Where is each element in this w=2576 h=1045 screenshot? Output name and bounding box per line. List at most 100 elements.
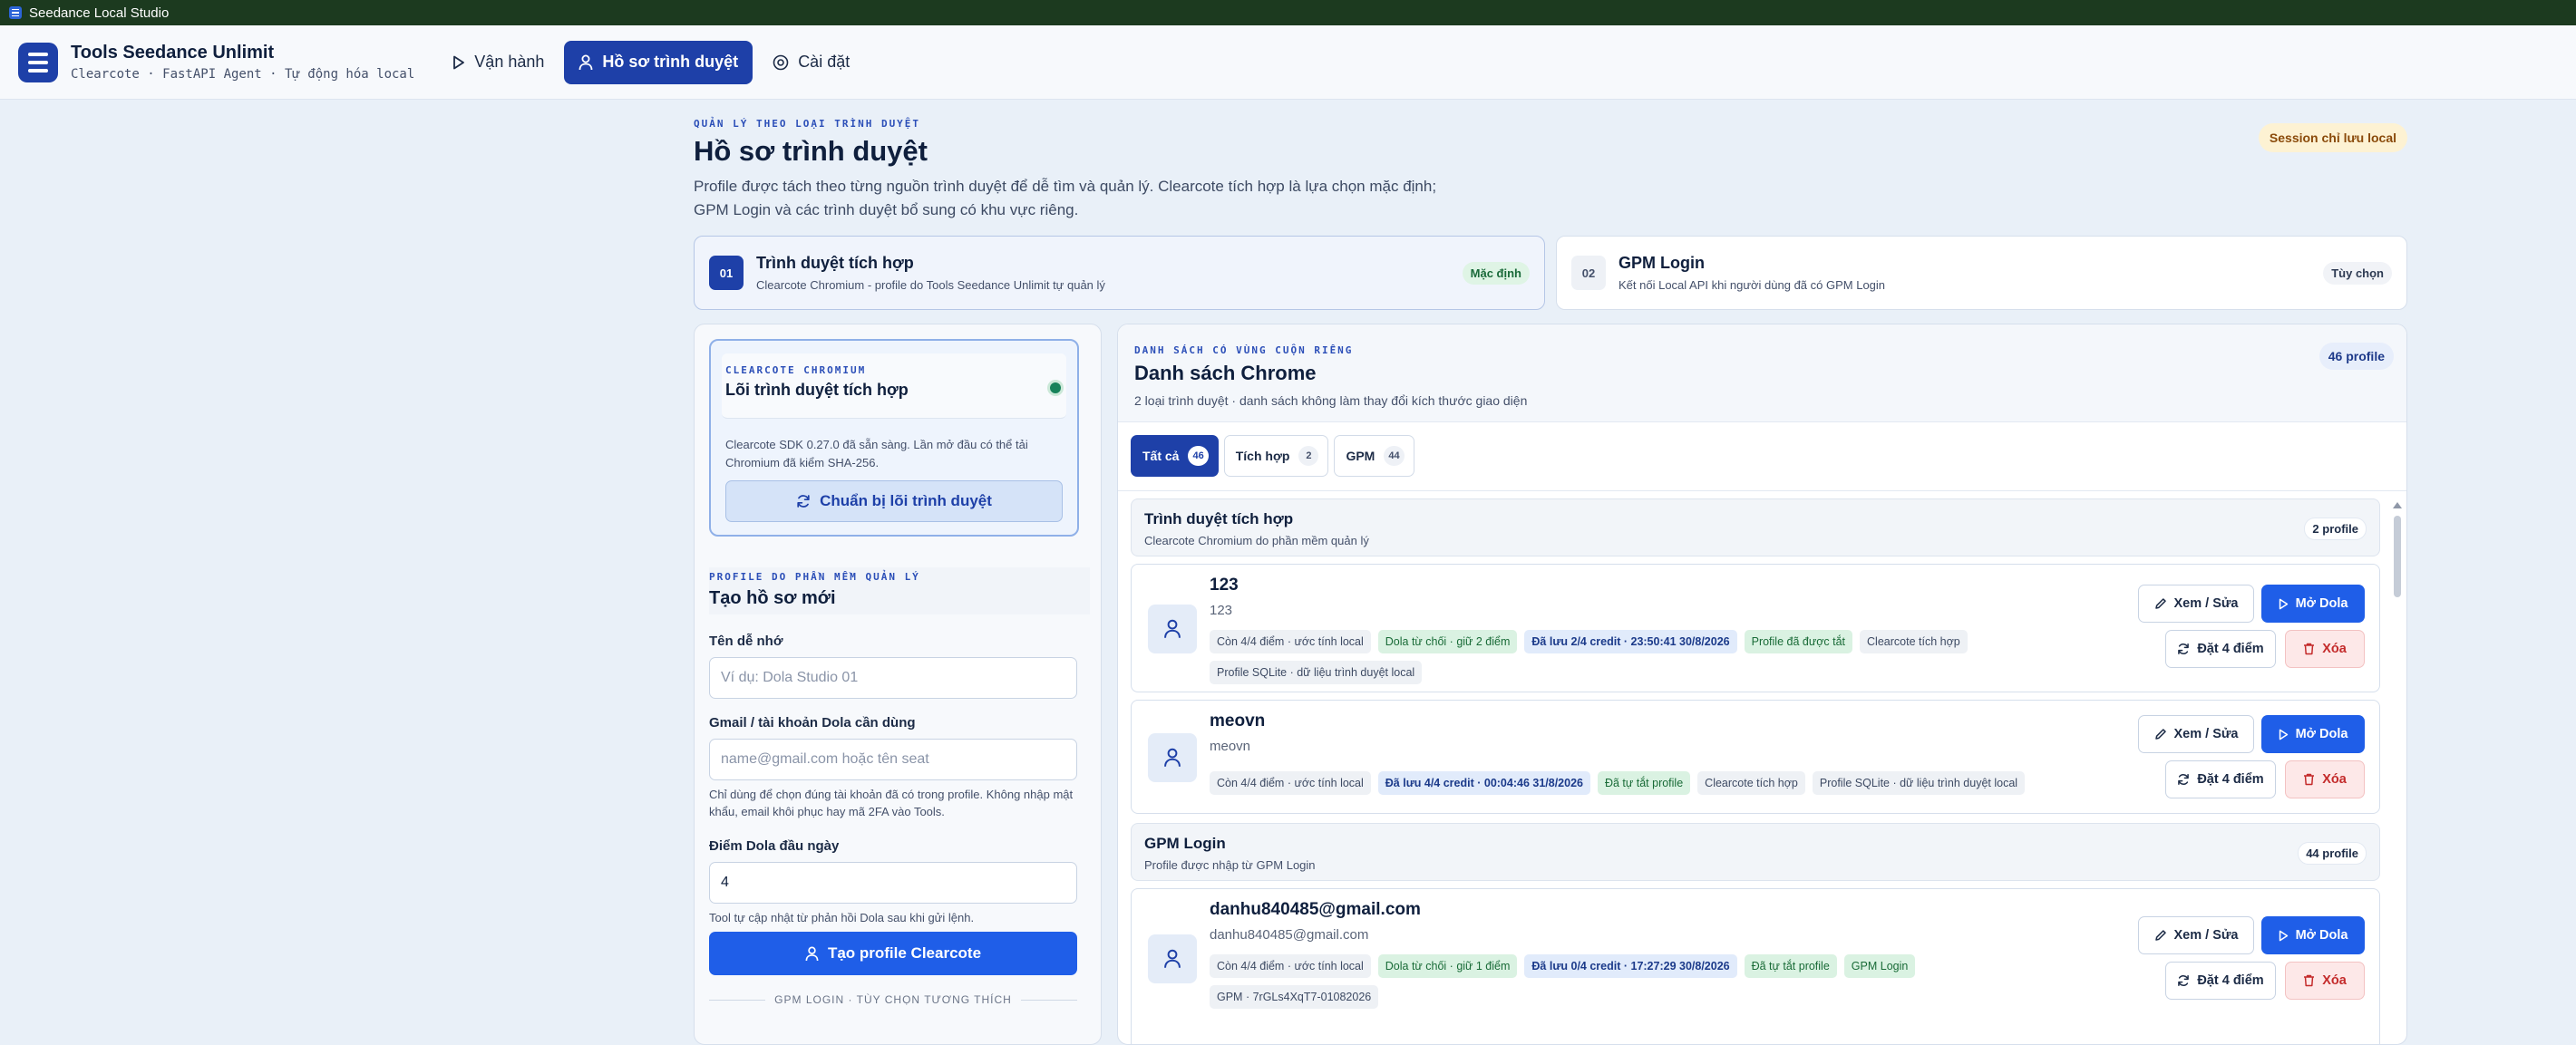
profile-count-badge: 46 profile bbox=[2318, 343, 2394, 370]
set-points-label: Đặt 4 điểm bbox=[2197, 772, 2264, 787]
points-input[interactable]: 4 bbox=[709, 862, 1077, 904]
avatar bbox=[1148, 934, 1197, 983]
gmail-input[interactable]: name@gmail.com hoặc tên seat bbox=[709, 739, 1077, 780]
create-profile-label: Tạo profile Clearcote bbox=[827, 944, 982, 962]
browser-core-card: CLEARCOTE CHROMIUM Lõi trình duyệt tích … bbox=[709, 339, 1079, 537]
filter-gpm[interactable]: GPM 44 bbox=[1334, 435, 1414, 477]
list-divider bbox=[1118, 490, 2406, 491]
name-label: Tên dễ nhớ bbox=[709, 634, 783, 649]
scrollbar-thumb[interactable] bbox=[2394, 516, 2401, 597]
filter-count: 46 bbox=[1188, 446, 1209, 466]
page-description-line: GPM Login và các trình duyệt bổ sung có … bbox=[694, 201, 1079, 218]
filter-integrated[interactable]: Tích hợp 2 bbox=[1223, 435, 1329, 477]
filter-all[interactable]: Tất cả 46 bbox=[1131, 435, 1219, 477]
play-icon bbox=[2279, 729, 2288, 740]
open-dola-label: Mở Dola bbox=[2295, 928, 2348, 943]
points-value: 4 bbox=[721, 875, 729, 890]
status-chip: Đã tự tắt profile bbox=[1597, 771, 1691, 795]
user-icon bbox=[805, 946, 819, 961]
pencil-icon bbox=[2154, 729, 2166, 740]
set-points-button[interactable]: Đặt 4 điểm bbox=[2165, 962, 2276, 1000]
group-header-integrated: Trình duyệt tích hợp Clearcote Chromium … bbox=[1131, 498, 2380, 556]
refresh-icon bbox=[2178, 643, 2190, 654]
nav-operate-label: Vận hành bbox=[474, 53, 545, 71]
name-input[interactable]: Ví dụ: Dola Studio 01 bbox=[709, 657, 1077, 699]
edit-button[interactable]: Xem / Sửa bbox=[2138, 585, 2254, 623]
gear-icon bbox=[773, 54, 789, 70]
open-dola-label: Mở Dola bbox=[2295, 596, 2348, 611]
profile-actions: Xem / Sửa Mở Dola Đặt 4 điểm Xóa bbox=[2138, 715, 2365, 806]
tab-title: GPM Login bbox=[1619, 254, 1705, 272]
trash-icon bbox=[2304, 773, 2315, 786]
edit-label: Xem / Sửa bbox=[2173, 596, 2239, 611]
window-title: Seedance Local Studio bbox=[29, 5, 170, 21]
edit-label: Xem / Sửa bbox=[2173, 727, 2239, 741]
create-kicker: PROFILE DO PHẦN MỀM QUẢN LÝ bbox=[709, 571, 920, 583]
status-chip: GPM Login bbox=[1843, 954, 1916, 978]
list-kicker: DANH SÁCH CÓ VÙNG CUỘN RIÊNG bbox=[1134, 344, 1354, 356]
nav-operate[interactable]: Vận hành bbox=[438, 41, 559, 84]
group-count-badge: 2 profile bbox=[2304, 518, 2367, 540]
play-icon bbox=[2279, 930, 2288, 941]
profile-chips: Còn 4/4 điểm · ước tính local Đã lưu 4/4… bbox=[1210, 771, 2053, 795]
profile-chips: Còn 4/4 điểm · ước tính local Dola từ ch… bbox=[1210, 630, 2053, 684]
list-scrollbar[interactable] bbox=[2392, 497, 2403, 1044]
filter-tabs: Tất cả 46 Tích hợp 2 GPM 44 bbox=[1131, 435, 1414, 477]
browser-core-header: CLEARCOTE CHROMIUM Lõi trình duyệt tích … bbox=[722, 353, 1066, 419]
nav-browser-profiles-label: Hồ sơ trình duyệt bbox=[602, 53, 739, 71]
window-titlebar: Seedance Local Studio bbox=[0, 0, 2576, 25]
nav-settings[interactable]: Cài đặt bbox=[758, 41, 864, 84]
gpm-divider-label: GPM LOGIN · TÙY CHỌN TƯƠNG THÍCH bbox=[774, 993, 1012, 1006]
gpm-divider: GPM LOGIN · TÙY CHỌN TƯƠNG THÍCH bbox=[709, 993, 1078, 1006]
default-badge: Mặc định bbox=[1462, 262, 1530, 285]
tab-subtitle: Kết nối Local API khi người dùng đã có G… bbox=[1619, 278, 1886, 292]
open-dola-button[interactable]: Mở Dola bbox=[2261, 916, 2365, 954]
nav-browser-profiles[interactable]: Hồ sơ trình duyệt bbox=[564, 40, 753, 84]
optional-badge: Tùy chọn bbox=[2323, 262, 2392, 285]
set-points-button[interactable]: Đặt 4 điểm bbox=[2165, 760, 2276, 798]
gmail-help-text: Chỉ dùng để chọn đúng tài khoản đã có tr… bbox=[709, 788, 1074, 818]
open-dola-label: Mở Dola bbox=[2295, 727, 2348, 741]
delete-button[interactable]: Xóa bbox=[2285, 760, 2365, 798]
list-subtitle: 2 loại trình duyệt · danh sách không làm… bbox=[1134, 393, 1528, 408]
gmail-placeholder: name@gmail.com hoặc tên seat bbox=[721, 751, 929, 767]
group-subtitle: Profile được nhập từ GPM Login bbox=[1144, 858, 1316, 872]
pencil-icon bbox=[2154, 598, 2166, 609]
profile-card: danhu840485@gmail.com danhu840485@gmail.… bbox=[1131, 888, 2380, 1044]
profile-account: danhu840485@gmail.com bbox=[1210, 927, 1369, 943]
edit-button[interactable]: Xem / Sửa bbox=[2138, 715, 2254, 753]
delete-button[interactable]: Xóa bbox=[2285, 962, 2365, 1000]
trash-icon bbox=[2304, 974, 2315, 987]
profile-chips: Còn 4/4 điểm · ước tính local Dola từ ch… bbox=[1210, 954, 2053, 1009]
open-dola-button[interactable]: Mở Dola bbox=[2261, 585, 2365, 623]
status-chip: Đã tự tắt profile bbox=[1744, 954, 1837, 978]
play-icon bbox=[453, 55, 465, 69]
profile-scroll-area[interactable]: Trình duyệt tích hợp Clearcote Chromium … bbox=[1131, 498, 2380, 1044]
filter-label: Tất cả bbox=[1142, 449, 1180, 463]
status-chip: Đã lưu 0/4 credit · 17:27:29 30/8/2026 bbox=[1524, 954, 1737, 978]
set-points-label: Đặt 4 điểm bbox=[2197, 973, 2264, 988]
browser-type-tabs: 01 Trình duyệt tích hợp Clearcote Chromi… bbox=[694, 236, 2407, 310]
status-chip: Còn 4/4 điểm · ước tính local bbox=[1210, 771, 1371, 795]
refresh-icon bbox=[797, 495, 810, 508]
create-title: Tạo hồ sơ mới bbox=[709, 588, 836, 608]
tab-title: Trình duyệt tích hợp bbox=[756, 254, 914, 272]
tab-gpm-login[interactable]: 02 GPM Login Kết nối Local API khi người… bbox=[1556, 236, 2407, 310]
set-points-button[interactable]: Đặt 4 điểm bbox=[2165, 630, 2276, 668]
list-title: Danh sách Chrome bbox=[1134, 362, 1317, 384]
tab-subtitle: Clearcote Chromium - profile do Tools Se… bbox=[756, 278, 1105, 292]
scroll-up-icon[interactable] bbox=[2393, 502, 2402, 508]
tab-integrated-browser[interactable]: 01 Trình duyệt tích hợp Clearcote Chromi… bbox=[694, 236, 1545, 310]
open-dola-button[interactable]: Mở Dola bbox=[2261, 715, 2365, 753]
app-brand: Tools Seedance Unlimit Clearcote · FastA… bbox=[71, 43, 414, 82]
app-window-icon bbox=[9, 6, 22, 19]
main-content: QUẢN LÝ THEO LOẠI TRÌNH DUYỆT Hồ sơ trìn… bbox=[694, 100, 2407, 1045]
points-label: Điểm Dola đầu ngày bbox=[709, 838, 840, 854]
delete-button[interactable]: Xóa bbox=[2285, 630, 2365, 668]
tab-number: 01 bbox=[709, 256, 744, 290]
group-title: Trình duyệt tích hợp bbox=[1144, 510, 1294, 527]
edit-button[interactable]: Xem / Sửa bbox=[2138, 916, 2254, 954]
prepare-core-button[interactable]: Chuẩn bị lõi trình duyệt bbox=[725, 480, 1063, 522]
delete-label: Xóa bbox=[2322, 772, 2347, 787]
create-profile-button[interactable]: Tạo profile Clearcote bbox=[709, 932, 1077, 975]
